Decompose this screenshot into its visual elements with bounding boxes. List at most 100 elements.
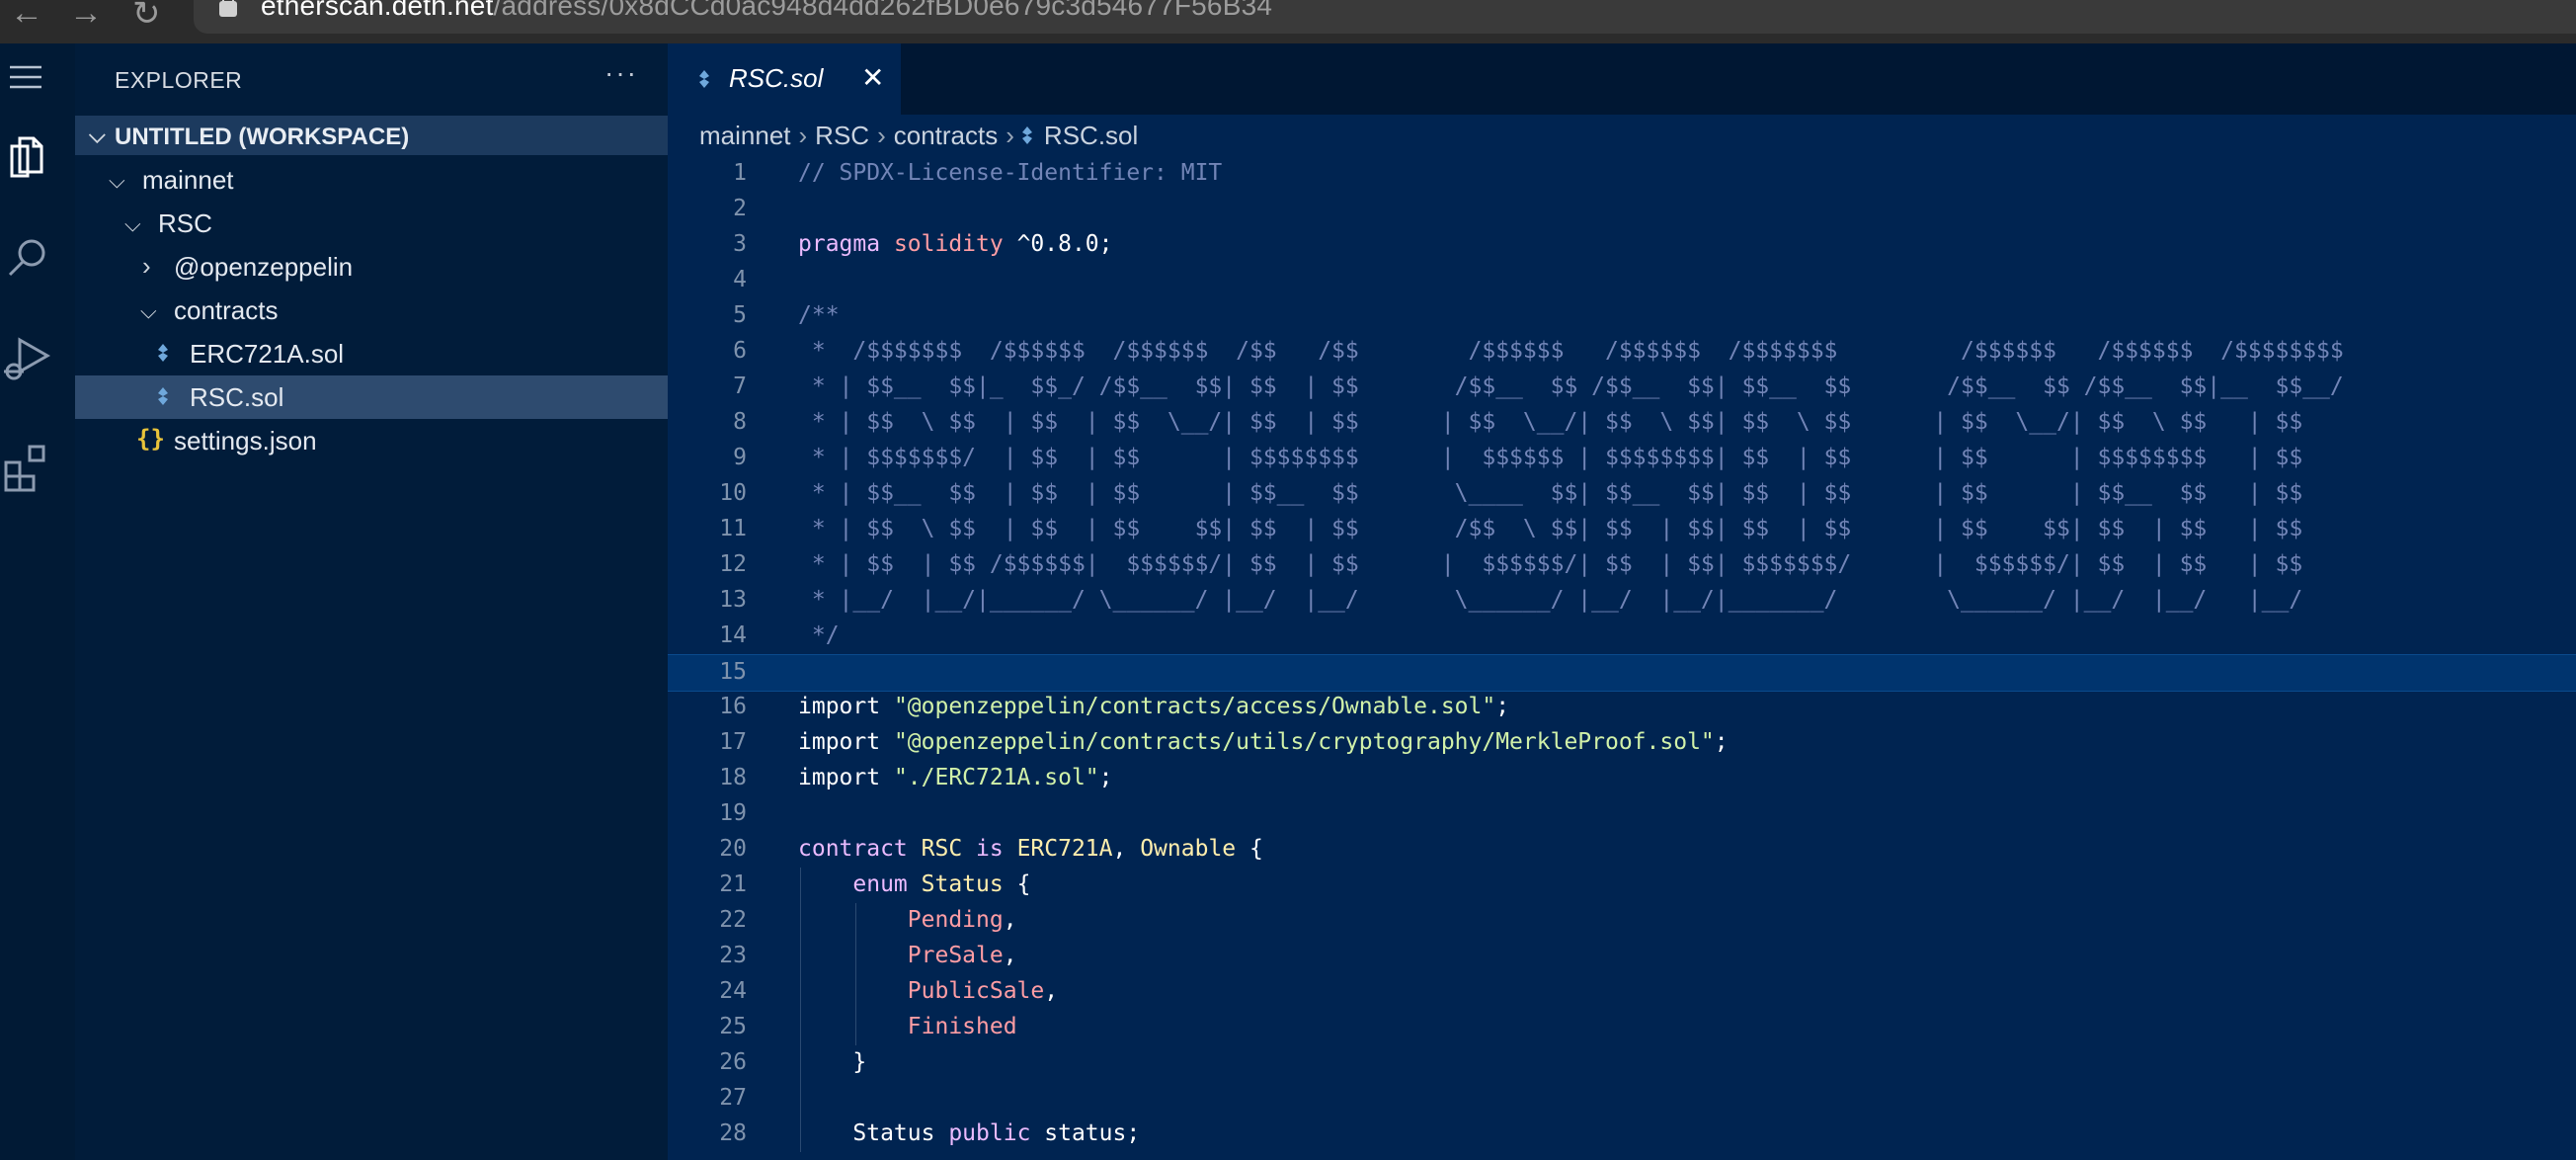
line-number: 13: [719, 587, 747, 613]
forward-arrow-icon[interactable]: →: [69, 0, 103, 33]
code-line[interactable]: 4: [668, 263, 2576, 298]
code-line[interactable]: 25 Finished: [668, 1010, 2576, 1045]
code-line[interactable]: 7 * | $$__ $$|_ $$_/ /$$__ $$| $$ | $$ /…: [668, 370, 2576, 405]
address-bar[interactable]: etherscan.deth.net/address/0x8dCCd0ac948…: [194, 0, 2576, 34]
code-token: Pending: [907, 907, 1004, 933]
code-text: PublicSale,: [798, 978, 1058, 1004]
code-text: enum Status {: [798, 871, 1030, 897]
line-number: 3: [733, 231, 747, 257]
search-icon[interactable]: [0, 229, 75, 289]
code-token: }: [798, 1049, 867, 1075]
code-line[interactable]: 13 * |__/ |__/|______/ \______/ |__/ |__…: [668, 583, 2576, 619]
chevron-down-icon: ⌵: [140, 298, 157, 323]
breadcrumb-item[interactable]: contracts: [894, 121, 999, 151]
code-token: */: [798, 622, 840, 648]
code-line[interactable]: 8 * | $$ \ $$ | $$ | $$ \__/| $$ | $$ | …: [668, 405, 2576, 441]
code-line[interactable]: 27: [668, 1081, 2576, 1117]
line-number: 24: [719, 978, 747, 1004]
tree-item-openzeppelin[interactable]: › @openzeppelin: [75, 245, 668, 289]
code-token: ,: [1044, 978, 1059, 1004]
code-line[interactable]: 20 contract RSC is ERC721A, Ownable {: [668, 832, 2576, 868]
line-number: 25: [719, 1014, 747, 1039]
line-number: 18: [719, 765, 747, 790]
code-token: status;: [1044, 1120, 1141, 1146]
extensions-icon[interactable]: [0, 439, 75, 498]
tree-item-label: @openzeppelin: [174, 252, 354, 282]
code-line[interactable]: 3 pragma solidity ^0.8.0;: [668, 227, 2576, 263]
code-token: Ownable: [1140, 836, 1237, 862]
breadcrumb: mainnet › RSC › contracts › RSC.sol: [699, 121, 1138, 151]
code-line[interactable]: 9 * | $$$$$$$/ | $$ | $$ | $$$$$$$$ | $$…: [668, 441, 2576, 476]
close-icon[interactable]: ✕: [861, 61, 884, 94]
tree-item-erc721a[interactable]: ERC721A.sol: [75, 332, 668, 375]
code-text: * | $$$$$$$/ | $$ | $$ | $$$$$$$$ | $$$$…: [798, 445, 2302, 470]
browser-toolbar: ← → ↻ etherscan.deth.net/address/0x8dCCd…: [0, 0, 2576, 43]
tree-item-rsc[interactable]: ⌵ RSC: [75, 202, 668, 245]
line-number: 16: [719, 694, 747, 719]
hamburger-icon[interactable]: [0, 57, 75, 117]
run-debug-icon[interactable]: [0, 330, 75, 389]
code-line[interactable]: 19: [668, 796, 2576, 832]
breadcrumb-item[interactable]: RSC.sol: [1044, 121, 1138, 151]
breadcrumb-separator: ›: [798, 121, 808, 150]
tree-item-rsc-sol[interactable]: RSC.sol: [75, 375, 668, 419]
back-arrow-icon[interactable]: ←: [10, 0, 43, 33]
files-icon[interactable]: [0, 128, 75, 188]
tree-item-label: settings.json: [174, 426, 317, 456]
activity-bar: [0, 43, 75, 1160]
code-line[interactable]: 22 Pending,: [668, 903, 2576, 939]
code-token: Status: [921, 871, 1004, 897]
code-line[interactable]: 14 */: [668, 619, 2576, 654]
code-token: ;: [1098, 765, 1113, 790]
code-line[interactable]: 24 PublicSale,: [668, 974, 2576, 1010]
code-line[interactable]: 16 import "@openzeppelin/contracts/access…: [668, 690, 2576, 725]
code-text: /**: [798, 302, 840, 328]
code-text: pragma solidity ^0.8.0;: [798, 231, 1113, 257]
code-line[interactable]: 5 /**: [668, 298, 2576, 334]
code-line[interactable]: 26 }: [668, 1045, 2576, 1081]
url-path: /address/0x8dCCd0ac948d4dd262fBD0e679c3d…: [493, 0, 1273, 21]
code-text: * | $$__ $$ | $$ | $$ | $$__ $$ \____ $$…: [798, 480, 2302, 506]
url-text[interactable]: etherscan.deth.net/address/0x8dCCd0ac948…: [261, 0, 1272, 22]
line-number: 7: [733, 373, 747, 399]
code-token: is: [976, 836, 1017, 862]
line-number: 11: [719, 516, 747, 541]
tab-label: RSC.sol: [729, 63, 824, 93]
breadcrumb-item[interactable]: mainnet: [699, 121, 791, 151]
code-line[interactable]: 28 Status public status;: [668, 1117, 2576, 1152]
indent-guide: [855, 903, 856, 1045]
breadcrumb-item[interactable]: RSC: [815, 121, 869, 151]
code-line[interactable]: 15: [668, 654, 2576, 692]
reload-icon[interactable]: ↻: [132, 0, 161, 34]
code-line[interactable]: 12 * | $$ | $$ /$$$$$$| $$$$$$/| $$ | $$…: [668, 547, 2576, 583]
tree-item-mainnet[interactable]: ⌵ mainnet: [75, 158, 668, 202]
tree-item-label: ERC721A.sol: [190, 339, 345, 369]
code-line[interactable]: 18 import "./ERC721A.sol";: [668, 761, 2576, 796]
code-text: * | $$ | $$ /$$$$$$| $$$$$$/| $$ | $$ | …: [798, 551, 2302, 577]
code-text: // SPDX-License-Identifier: MIT: [798, 160, 1222, 186]
line-number: 9: [733, 445, 747, 470]
code-line[interactable]: 23 PreSale,: [668, 939, 2576, 974]
code-line[interactable]: 1 // SPDX-License-Identifier: MIT: [668, 156, 2576, 192]
code-line[interactable]: 10 * | $$__ $$ | $$ | $$ | $$__ $$ \____…: [668, 476, 2576, 512]
code-token: enum: [798, 871, 922, 897]
code-line[interactable]: 17 import "@openzeppelin/contracts/utils/…: [668, 725, 2576, 761]
tree-item-contracts[interactable]: ⌵ contracts: [75, 289, 668, 332]
tab-rsc-sol[interactable]: RSC.sol ✕: [668, 43, 901, 115]
chevron-down-icon: ⌵: [89, 123, 106, 147]
breadcrumb-separator: ›: [1006, 121, 1014, 150]
code-line[interactable]: 2: [668, 192, 2576, 227]
line-number: 6: [733, 338, 747, 364]
code-text: PreSale,: [798, 943, 1017, 968]
code-line[interactable]: 6 * /$$$$$$$ /$$$$$$ /$$$$$$ /$$ /$$ /$$…: [668, 334, 2576, 370]
code-line[interactable]: 21 enum Status {: [668, 868, 2576, 903]
code-token: ,: [1003, 907, 1017, 933]
workspace-header[interactable]: ⌵ UNTITLED (WORKSPACE): [75, 116, 668, 155]
code-line[interactable]: 11 * | $$ \ $$ | $$ | $$ $$| $$ | $$ /$$…: [668, 512, 2576, 547]
code-token: "@openzeppelin/contracts/access/Ownable.…: [893, 694, 1496, 719]
tree-item-settings-json[interactable]: {} settings.json: [75, 419, 668, 462]
lock-icon: [219, 0, 237, 17]
more-actions-icon[interactable]: ···: [604, 57, 638, 89]
code-token: {: [1003, 871, 1031, 897]
